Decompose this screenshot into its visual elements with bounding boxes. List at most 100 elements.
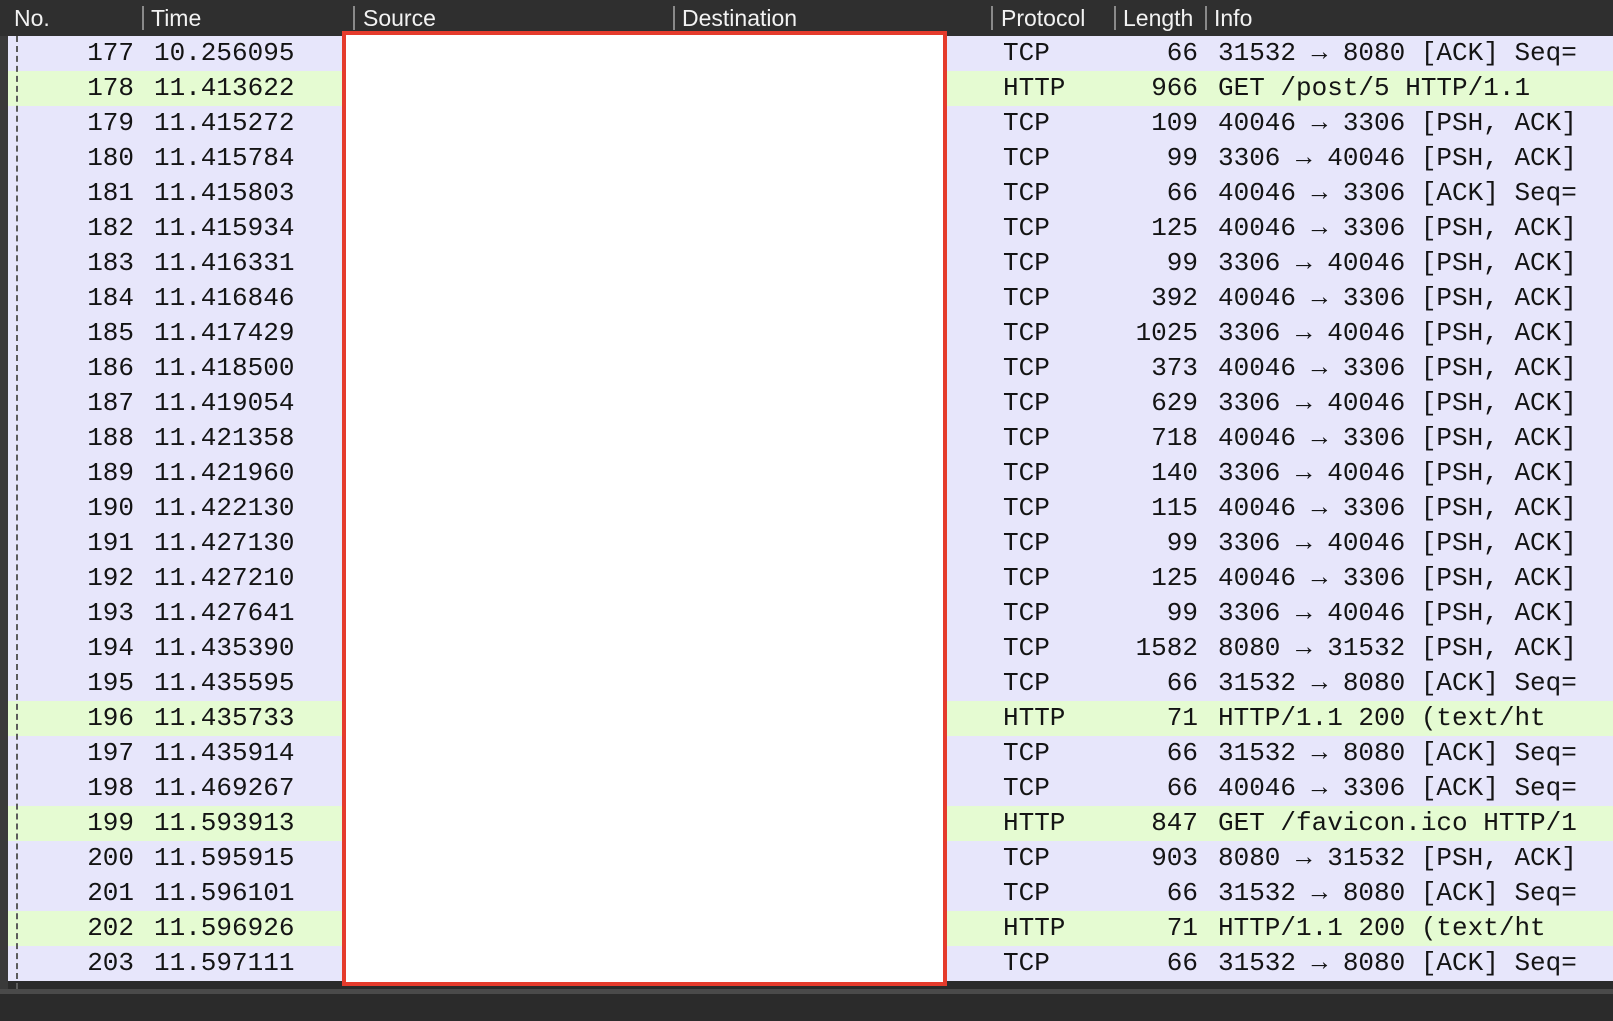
packet-no: 185 (87, 318, 134, 348)
packet-time: 10.256095 (154, 38, 295, 68)
packet-no: 190 (87, 493, 134, 523)
packet-protocol: TCP (1003, 948, 1050, 978)
packet-protocol: TCP (1003, 878, 1050, 908)
packet-no: 199 (87, 808, 134, 838)
left-gutter (0, 36, 8, 989)
packet-info: 31532 → 8080 [ACK] Seq= (1218, 948, 1577, 978)
packet-protocol: TCP (1003, 493, 1050, 523)
packet-no: 193 (87, 598, 134, 628)
packet-time: 11.593913 (154, 808, 295, 838)
packet-info: 3306 → 40046 [PSH, ACK] (1218, 248, 1577, 278)
packet-no: 181 (87, 178, 134, 208)
redaction-box (342, 31, 947, 986)
packet-time: 11.596101 (154, 878, 295, 908)
packet-length: 847 (1151, 808, 1198, 838)
packet-info: 3306 → 40046 [PSH, ACK] (1218, 458, 1577, 488)
packet-no: 203 (87, 948, 134, 978)
column-header-time[interactable]: Time (151, 0, 346, 36)
packet-no: 191 (87, 528, 134, 558)
column-header-info[interactable]: Info (1214, 0, 1604, 36)
packet-info: 40046 → 3306 [PSH, ACK] (1218, 283, 1577, 313)
column-header-protocol[interactable]: Protocol (1001, 0, 1111, 36)
packet-time: 11.415272 (154, 108, 295, 138)
packet-protocol: TCP (1003, 598, 1050, 628)
packet-protocol: TCP (1003, 528, 1050, 558)
packet-no: 179 (87, 108, 134, 138)
packet-no: 194 (87, 633, 134, 663)
packet-length: 66 (1166, 38, 1198, 68)
packet-time: 11.435595 (154, 668, 295, 698)
column-resize-handle[interactable] (991, 6, 993, 30)
packet-no: 177 (87, 38, 134, 68)
horizontal-scrollbar[interactable] (0, 989, 1613, 994)
column-resize-handle[interactable] (353, 6, 355, 30)
packet-protocol: TCP (1003, 843, 1050, 873)
packet-protocol: TCP (1003, 353, 1050, 383)
packet-length: 66 (1166, 948, 1198, 978)
column-header-no[interactable]: No. (14, 0, 134, 36)
packet-length: 66 (1166, 738, 1198, 768)
packet-no: 187 (87, 388, 134, 418)
packet-time: 11.597111 (154, 948, 295, 978)
packet-length: 99 (1166, 248, 1198, 278)
packet-info: 31532 → 8080 [ACK] Seq= (1218, 738, 1577, 768)
packet-info: 40046 → 3306 [ACK] Seq= (1218, 178, 1577, 208)
column-resize-handle[interactable] (142, 6, 144, 30)
packet-no: 196 (87, 703, 134, 733)
packet-length: 109 (1151, 108, 1198, 138)
packet-info: 40046 → 3306 [PSH, ACK] (1218, 423, 1577, 453)
packet-time: 11.596926 (154, 913, 295, 943)
packet-protocol: TCP (1003, 213, 1050, 243)
packet-info: 3306 → 40046 [PSH, ACK] (1218, 598, 1577, 628)
packet-protocol: TCP (1003, 563, 1050, 593)
packet-time: 11.416846 (154, 283, 295, 313)
packet-time: 11.427641 (154, 598, 295, 628)
packet-protocol: TCP (1003, 318, 1050, 348)
packet-info: 8080 → 31532 [PSH, ACK] (1218, 633, 1577, 663)
packet-no: 183 (87, 248, 134, 278)
packet-time: 11.427130 (154, 528, 295, 558)
packet-time: 11.435733 (154, 703, 295, 733)
packet-protocol: TCP (1003, 388, 1050, 418)
packet-info: 40046 → 3306 [PSH, ACK] (1218, 493, 1577, 523)
packet-time: 11.415803 (154, 178, 295, 208)
packet-time: 11.422130 (154, 493, 295, 523)
packet-length: 140 (1151, 458, 1198, 488)
packet-time: 11.413622 (154, 73, 295, 103)
packet-no: 201 (87, 878, 134, 908)
packet-no: 184 (87, 283, 134, 313)
packet-protocol: TCP (1003, 633, 1050, 663)
packet-time: 11.595915 (154, 843, 295, 873)
packet-info: GET /favicon.ico HTTP/1 (1218, 808, 1577, 838)
packet-length: 66 (1166, 878, 1198, 908)
packet-protocol: HTTP (1003, 703, 1066, 733)
packet-time: 11.415934 (154, 213, 295, 243)
column-header-length[interactable]: Length (1123, 0, 1198, 36)
packet-info: 40046 → 3306 [ACK] Seq= (1218, 773, 1577, 803)
packet-length: 373 (1151, 353, 1198, 383)
packet-info: 31532 → 8080 [ACK] Seq= (1218, 878, 1577, 908)
column-resize-handle[interactable] (1205, 6, 1207, 30)
packet-info: 40046 → 3306 [PSH, ACK] (1218, 213, 1577, 243)
packet-length: 71 (1166, 703, 1198, 733)
packet-length: 71 (1166, 913, 1198, 943)
packet-info: 3306 → 40046 [PSH, ACK] (1218, 143, 1577, 173)
packet-protocol: TCP (1003, 248, 1050, 278)
packet-info: 3306 → 40046 [PSH, ACK] (1218, 318, 1577, 348)
packet-info: 31532 → 8080 [ACK] Seq= (1218, 668, 1577, 698)
packet-length: 125 (1151, 563, 1198, 593)
packet-info: 40046 → 3306 [PSH, ACK] (1218, 108, 1577, 138)
packet-protocol: TCP (1003, 773, 1050, 803)
packet-no: 180 (87, 143, 134, 173)
packet-length: 66 (1166, 178, 1198, 208)
packet-no: 178 (87, 73, 134, 103)
packet-time: 11.421960 (154, 458, 295, 488)
packet-info: HTTP/1.1 200 (text/ht (1218, 913, 1546, 943)
packet-no: 197 (87, 738, 134, 768)
column-resize-handle[interactable] (673, 6, 675, 30)
packet-length: 66 (1166, 773, 1198, 803)
packet-length: 125 (1151, 213, 1198, 243)
packet-length: 66 (1166, 668, 1198, 698)
packet-length: 99 (1166, 598, 1198, 628)
column-resize-handle[interactable] (1114, 6, 1116, 30)
